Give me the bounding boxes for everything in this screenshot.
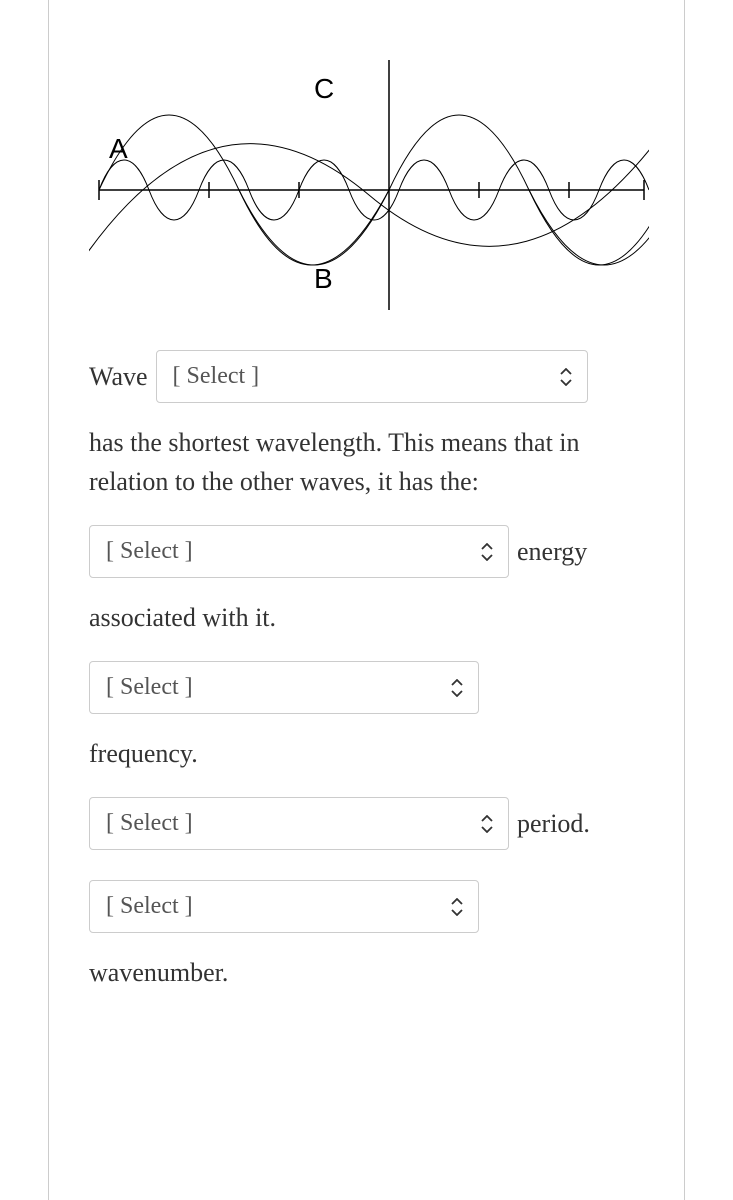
label-period: period.: [517, 809, 590, 839]
text-associated: associated with it.: [89, 598, 644, 637]
chevron-updown-icon: [559, 368, 573, 386]
select-wavenumber[interactable]: [ Select ]: [89, 880, 479, 933]
select-period[interactable]: [ Select ]: [89, 797, 509, 850]
row-energy: [ Select ] energy: [89, 525, 644, 578]
chevron-updown-icon: [450, 679, 464, 697]
row-frequency-select: [ Select ]: [89, 661, 644, 714]
row-period: [ Select ] period.: [89, 797, 644, 850]
wave-diagram: A C B: [89, 50, 649, 310]
wave-label-c: C: [314, 73, 334, 104]
label-wave: Wave: [89, 362, 148, 392]
text-wavenumber: wavenumber.: [89, 953, 644, 992]
select-wavenumber-value: [ Select ]: [106, 893, 193, 920]
text-frequency: frequency.: [89, 734, 644, 773]
select-energy[interactable]: [ Select ]: [89, 525, 509, 578]
select-frequency[interactable]: [ Select ]: [89, 661, 479, 714]
chevron-updown-icon: [450, 898, 464, 916]
wave-label-b: B: [314, 263, 333, 294]
row-wavenumber-select: [ Select ]: [89, 880, 644, 933]
select-period-value: [ Select ]: [106, 810, 193, 837]
select-wave-value: [ Select ]: [173, 363, 260, 390]
select-wave[interactable]: [ Select ]: [156, 350, 588, 403]
row-wave-select: Wave [ Select ]: [89, 350, 644, 403]
text-shortest-wavelength: has the shortest wavelength. This means …: [89, 423, 644, 501]
chevron-updown-icon: [480, 543, 494, 561]
label-energy: energy: [517, 537, 587, 567]
wave-label-a: A: [109, 133, 128, 164]
select-frequency-value: [ Select ]: [106, 674, 193, 701]
question-container: A C B Wave [ Select ] has the shortest w…: [48, 0, 685, 1200]
select-energy-value: [ Select ]: [106, 538, 193, 565]
chevron-updown-icon: [480, 815, 494, 833]
